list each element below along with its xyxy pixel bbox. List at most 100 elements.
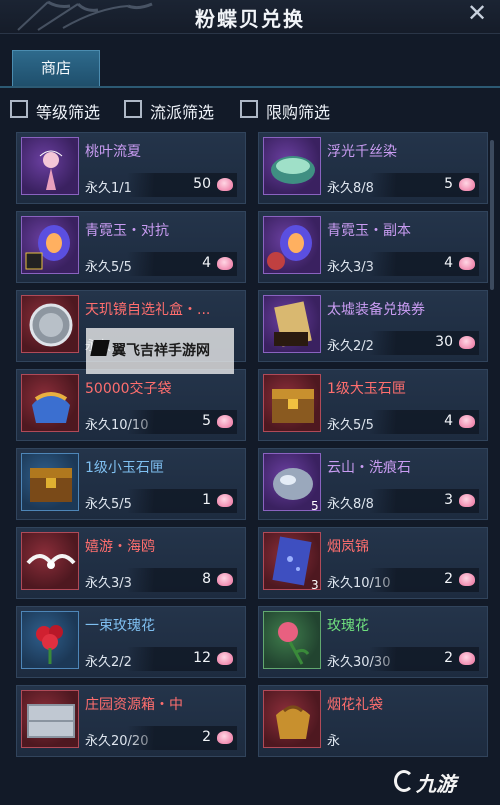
filter-level-label: 等级筛选 [36, 103, 101, 122]
item-stock: 永 [327, 734, 341, 749]
watermark: 翼飞吉祥手游网 [86, 328, 234, 374]
item-stock: 永久2/2 [327, 339, 374, 354]
item-price: 2 [444, 650, 453, 666]
window-header: 粉蝶贝兑换 ✕ [0, 0, 500, 34]
item-stock: 永久5/5 [85, 260, 132, 275]
tab-shop[interactable]: 商店 [12, 50, 100, 86]
price-bar: 5 [369, 173, 479, 197]
item-name: 庄园资源箱・中 [85, 697, 183, 713]
item-stock: 永久2/2 [85, 655, 132, 670]
item-price: 5 [202, 413, 211, 429]
close-icon[interactable]: ✕ [464, 1, 490, 27]
dye-bowl-icon[interactable] [263, 137, 321, 195]
tab-bar: 商店 [0, 44, 500, 88]
shop-item-card[interactable]: 青霓玉・对抗 永久5/5 4 [16, 211, 246, 283]
shop-item-card[interactable]: 浮光千丝染 永久8/8 5 [258, 132, 488, 204]
peach-leaf-figurine-icon[interactable] [21, 137, 79, 195]
butterfly-shell-currency-icon [217, 494, 233, 507]
price-bar: 1 [127, 489, 237, 513]
jiuyou-logo-text: 九游 [416, 772, 456, 796]
item-name: 桃叶流夏 [85, 144, 141, 160]
jade-pvp-icon[interactable] [21, 216, 79, 274]
shop-item-card[interactable]: 50000交子袋 永久10/10 5 [16, 369, 246, 441]
shop-item-card[interactable]: 庄园资源箱・中 永久20/20 2 [16, 685, 246, 757]
item-price: 1 [202, 492, 211, 508]
item-stock: 永久3/3 [327, 260, 374, 275]
butterfly-shell-currency-icon [217, 415, 233, 428]
item-count-badge: 3 [311, 578, 319, 592]
item-name: 天玑镜自选礼盒・... [85, 302, 211, 318]
price-bar: 8 [127, 568, 237, 592]
resource-crate-icon[interactable] [21, 690, 79, 748]
price-bar: 50 [127, 173, 237, 197]
item-price: 4 [202, 255, 211, 271]
item-price: 3 [444, 492, 453, 508]
brocade-cloth-icon[interactable]: 3 [263, 532, 321, 592]
price-bar: 3 [369, 489, 479, 513]
item-price: 8 [202, 571, 211, 587]
shop-item-card[interactable]: 青霓玉・副本 永久3/3 4 [258, 211, 488, 283]
item-stock: 永久8/8 [327, 497, 374, 512]
shop-item-card[interactable]: 玫瑰花 永久30/30 2 [258, 606, 488, 678]
butterfly-shell-currency-icon [459, 336, 475, 349]
item-count-badge: 5 [311, 499, 319, 513]
shop-item-card[interactable]: 3 烟岚锦 永久10/10 2 [258, 527, 488, 599]
item-price: 5 [444, 176, 453, 192]
shop-item-card[interactable]: 1级小玉石匣 永久5/5 1 [16, 448, 246, 520]
price-bar: 4 [127, 252, 237, 276]
scrollbar[interactable] [490, 140, 494, 290]
shop-item-card[interactable]: 1级大玉石匣 永久5/5 4 [258, 369, 488, 441]
seagull-icon[interactable] [21, 532, 79, 590]
washing-stone-icon[interactable]: 5 [263, 453, 321, 513]
item-name: 云山・洗痕石 [327, 460, 411, 476]
price-bar: 12 [127, 647, 237, 671]
price-bar: 2 [369, 568, 479, 592]
item-stock: 永久8/8 [327, 181, 374, 196]
money-bag-icon[interactable] [21, 374, 79, 432]
mirror-gift-box-icon[interactable] [21, 295, 79, 353]
butterfly-shell-currency-icon [459, 652, 475, 665]
butterfly-shell-currency-icon [459, 178, 475, 191]
item-name: 1级大玉石匣 [327, 381, 406, 397]
filter-limit-label: 限购筛选 [266, 103, 331, 122]
butterfly-shell-currency-icon [217, 178, 233, 191]
butterfly-shell-currency-icon [459, 257, 475, 270]
item-name: 烟花礼袋 [327, 697, 383, 713]
item-price: 30 [435, 334, 453, 350]
watermark-text: 翼飞吉祥手游网 [112, 343, 210, 359]
rose-bouquet-icon[interactable] [21, 611, 79, 669]
item-stock: 永久5/5 [327, 418, 374, 433]
filter-limit-checkbox[interactable] [240, 100, 258, 118]
filter-school-checkbox[interactable] [124, 100, 142, 118]
item-price: 12 [193, 650, 211, 666]
firework-bag-icon[interactable] [263, 690, 321, 748]
shop-item-card[interactable]: 烟花礼袋永 [258, 685, 488, 757]
rose-icon[interactable] [263, 611, 321, 669]
price-bar: 4 [369, 252, 479, 276]
item-grid: 桃叶流夏 永久1/1 50 浮光千丝染 永久8/8 5 青霓玉・对抗 永久5/5 4 青霓玉・副本… [16, 132, 488, 805]
shop-item-card[interactable]: 桃叶流夏 永久1/1 50 [16, 132, 246, 204]
item-name: 烟岚锦 [327, 539, 369, 555]
shop-item-card[interactable]: 一束玫瑰花 永久2/2 12 [16, 606, 246, 678]
price-bar: 4 [369, 410, 479, 434]
shop-item-card[interactable]: 嬉游・海鸥 永久3/3 8 [16, 527, 246, 599]
butterfly-shell-currency-icon [459, 494, 475, 507]
butterfly-shell-currency-icon [217, 573, 233, 586]
filter-level-checkbox[interactable] [10, 100, 28, 118]
item-name: 青霓玉・副本 [327, 223, 411, 239]
large-jade-chest-icon[interactable] [263, 374, 321, 432]
item-name: 1级小玉石匣 [85, 460, 164, 476]
item-name: 青霓玉・对抗 [85, 223, 169, 239]
shop-item-card[interactable]: 太墟装备兑换券 永久2/2 30 [258, 290, 488, 362]
page-title: 粉蝶贝兑换 [195, 7, 305, 31]
jade-dungeon-icon[interactable] [263, 216, 321, 274]
small-jade-chest-icon[interactable] [21, 453, 79, 511]
equipment-voucher-icon[interactable] [263, 295, 321, 353]
price-bar: 2 [369, 647, 479, 671]
butterfly-shell-currency-icon [459, 573, 475, 586]
item-price: 4 [444, 413, 453, 429]
item-price: 2 [202, 729, 211, 745]
item-name: 太墟装备兑换券 [327, 302, 425, 318]
watermark-logo-icon [90, 340, 110, 356]
shop-item-card[interactable]: 5 云山・洗痕石 永久8/8 3 [258, 448, 488, 520]
